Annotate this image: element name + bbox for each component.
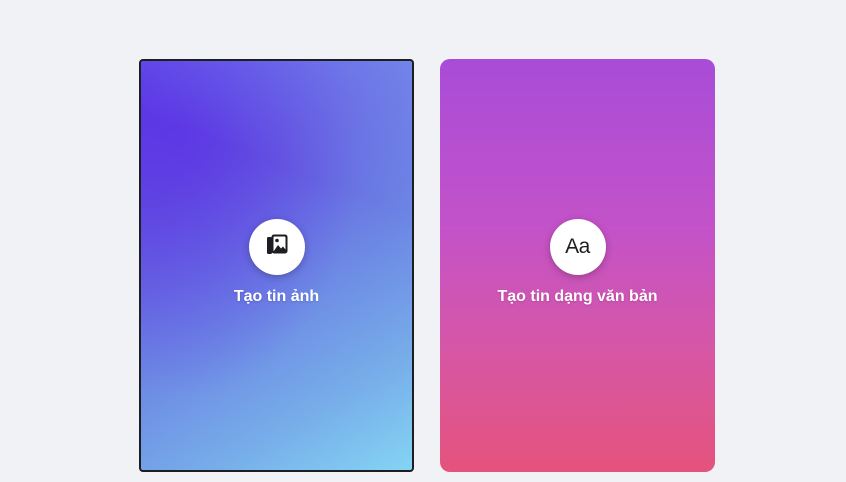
create-photo-story-label: Tạo tin ảnh [233, 288, 320, 305]
create-text-story-label: Tạo tin dạng văn bản [497, 288, 658, 305]
create-photo-story-icon-button[interactable] [248, 219, 305, 275]
create-text-story-content: Aa Tạo tin dạng văn bản [440, 219, 715, 306]
create-text-story-icon-button[interactable]: Aa [549, 219, 606, 275]
story-create-page: Tạo tin ảnh Aa Tạo tin dạng văn bản [0, 0, 846, 482]
photo-stack-icon [264, 232, 290, 263]
text-aa-icon: Aa [565, 235, 590, 258]
create-photo-story-content: Tạo tin ảnh [141, 219, 412, 306]
create-text-story-card[interactable]: Aa Tạo tin dạng văn bản [440, 59, 715, 472]
create-photo-story-card[interactable]: Tạo tin ảnh [139, 59, 414, 472]
